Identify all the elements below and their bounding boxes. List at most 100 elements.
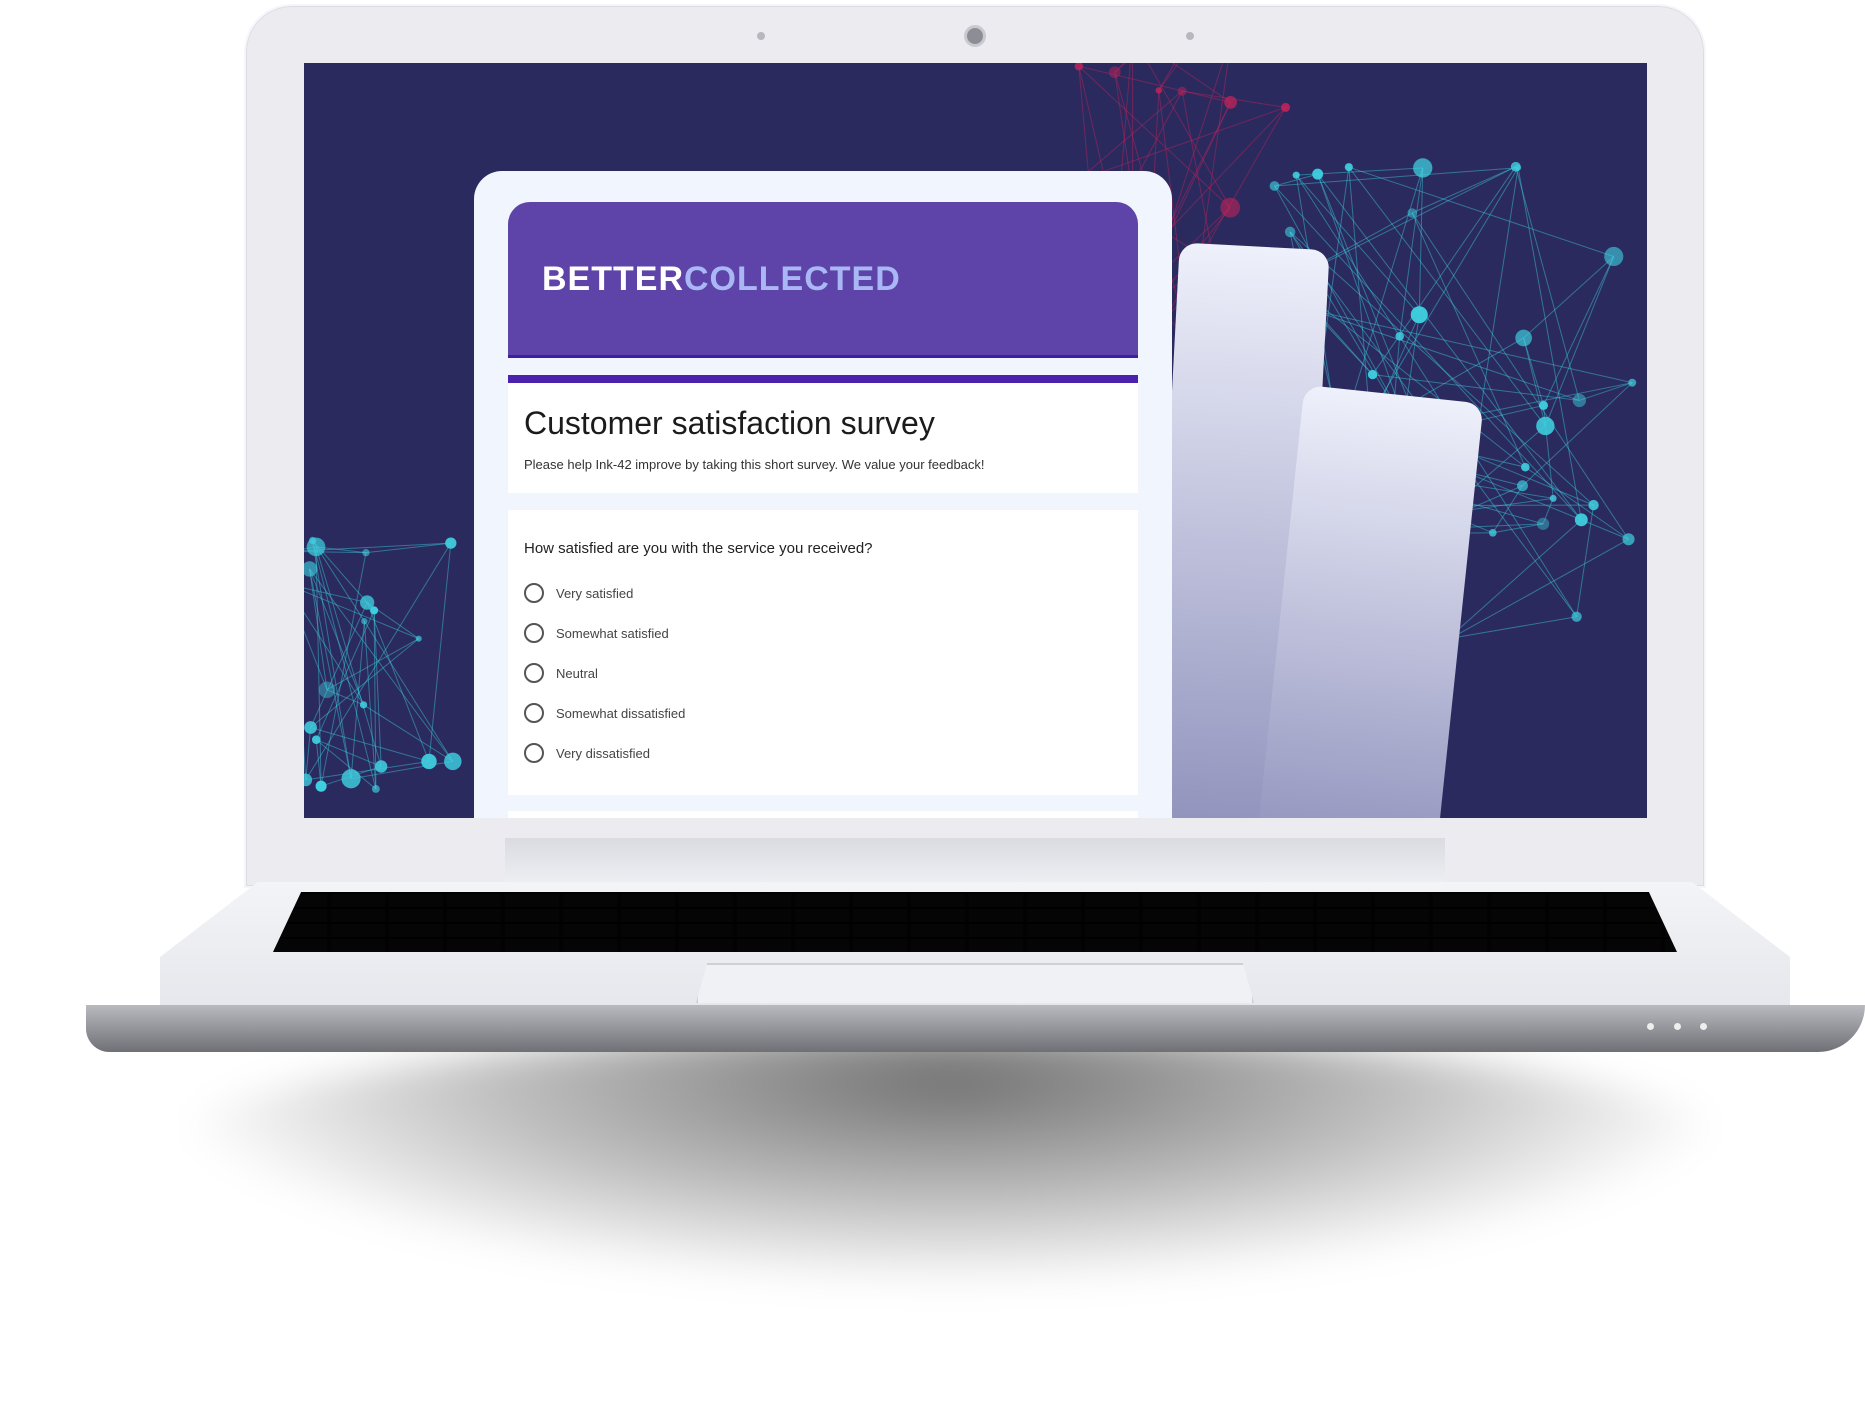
network-node (1367, 369, 1378, 380)
network-node (362, 549, 370, 557)
network-line (1372, 166, 1517, 375)
network-line (366, 602, 430, 762)
network-node (1224, 95, 1237, 109)
network-line (304, 542, 451, 552)
network-node (444, 752, 462, 771)
network-line (305, 727, 312, 780)
network-line (1078, 65, 1231, 103)
network-node (311, 735, 321, 745)
network-node (1177, 86, 1187, 96)
network-node (1549, 494, 1557, 502)
network-line (350, 760, 453, 780)
network-line (1523, 337, 1546, 427)
form-title: Customer satisfaction survey (524, 405, 935, 441)
network-node (1395, 332, 1404, 341)
option-neutral[interactable]: Neutral (524, 663, 598, 683)
question-card: How satisfied are you with the service y… (508, 510, 1138, 795)
network-node (341, 769, 361, 789)
network-line (1158, 63, 1179, 91)
option-label: Very dissatisfied (556, 745, 650, 761)
form-header: BETTERCOLLECTED (508, 202, 1138, 358)
option-very-satisfied[interactable]: Very satisfied (524, 583, 633, 603)
network-line (1158, 63, 1176, 91)
radio-icon[interactable] (524, 663, 544, 683)
network-node (1413, 158, 1433, 178)
sensor-left (757, 32, 765, 40)
network-node (1571, 611, 1582, 622)
network-line (365, 542, 451, 554)
network-node (1284, 226, 1296, 238)
radio-icon[interactable] (524, 583, 544, 603)
webcam (964, 25, 986, 47)
radio-icon[interactable] (524, 743, 544, 763)
network-node (318, 681, 336, 699)
network-line (1348, 166, 1614, 257)
network-node (1536, 517, 1550, 530)
network-node (1628, 378, 1637, 387)
laptop-base-edge (86, 1005, 1865, 1052)
network-line (1523, 256, 1615, 339)
network-node (1515, 329, 1532, 347)
network-node (1108, 66, 1121, 79)
logo-part-better: BETTER (542, 260, 684, 298)
network-node (361, 617, 368, 625)
network-line (1181, 91, 1215, 263)
option-somewhat-dissatisfied[interactable]: Somewhat dissatisfied (524, 703, 685, 723)
network-line (1077, 90, 1183, 181)
network-node (1622, 533, 1635, 546)
sensor-right (1186, 32, 1194, 40)
network-line (428, 543, 452, 762)
network-node (415, 635, 422, 642)
laptop-screen: BETTERCOLLECTED Customer satisfaction su… (304, 63, 1647, 818)
network-node (374, 760, 388, 773)
option-label: Very satisfied (556, 585, 634, 601)
network-node (1155, 87, 1163, 94)
network-node (1604, 246, 1624, 267)
network-node (359, 701, 368, 709)
network-node (304, 561, 318, 577)
network-node (1488, 528, 1497, 537)
network-node (1410, 306, 1428, 324)
keyboard (273, 892, 1677, 952)
next-card (508, 811, 1138, 818)
trackpad (696, 963, 1254, 1003)
radio-icon[interactable] (524, 623, 544, 643)
network-line (1078, 106, 1286, 181)
network-node (371, 785, 380, 793)
option-label: Somewhat satisfied (556, 625, 669, 641)
network-node (1536, 416, 1555, 436)
status-light (1647, 1023, 1654, 1030)
network-line (304, 745, 307, 780)
network-node (1517, 480, 1528, 492)
radio-icon[interactable] (524, 703, 544, 723)
network-node (1281, 102, 1291, 112)
network-node (445, 537, 457, 549)
network-node (1538, 400, 1549, 411)
network-node (1292, 171, 1300, 179)
status-light (1674, 1023, 1681, 1030)
network-node (1312, 168, 1324, 180)
network-line (1444, 538, 1629, 642)
network-node (304, 721, 317, 734)
network-node (304, 773, 313, 787)
option-very-dissatisfied[interactable]: Very dissatisfied (524, 743, 650, 763)
network-line (315, 546, 382, 767)
brand-logo: BETTERCOLLECTED (542, 260, 901, 299)
network-node (1514, 164, 1522, 171)
option-somewhat-satisfied[interactable]: Somewhat satisfied (524, 623, 669, 643)
network-node (1407, 208, 1417, 218)
network-node (1574, 513, 1588, 527)
network-line (1348, 166, 1546, 427)
network-node (1344, 163, 1353, 172)
form-title-section: Customer satisfaction survey Please help… (508, 383, 1138, 493)
question-text: How satisfied are you with the service y… (524, 540, 873, 557)
network-line (1543, 256, 1615, 406)
network-node (1269, 181, 1280, 191)
laptop-hinge (505, 838, 1445, 882)
network-line (1114, 63, 1127, 73)
network-node (1521, 462, 1530, 472)
network-node (1588, 499, 1599, 511)
option-label: Somewhat dissatisfied (556, 705, 686, 721)
logo-part-collected: COLLECTED (684, 260, 901, 298)
network-node (315, 780, 327, 792)
